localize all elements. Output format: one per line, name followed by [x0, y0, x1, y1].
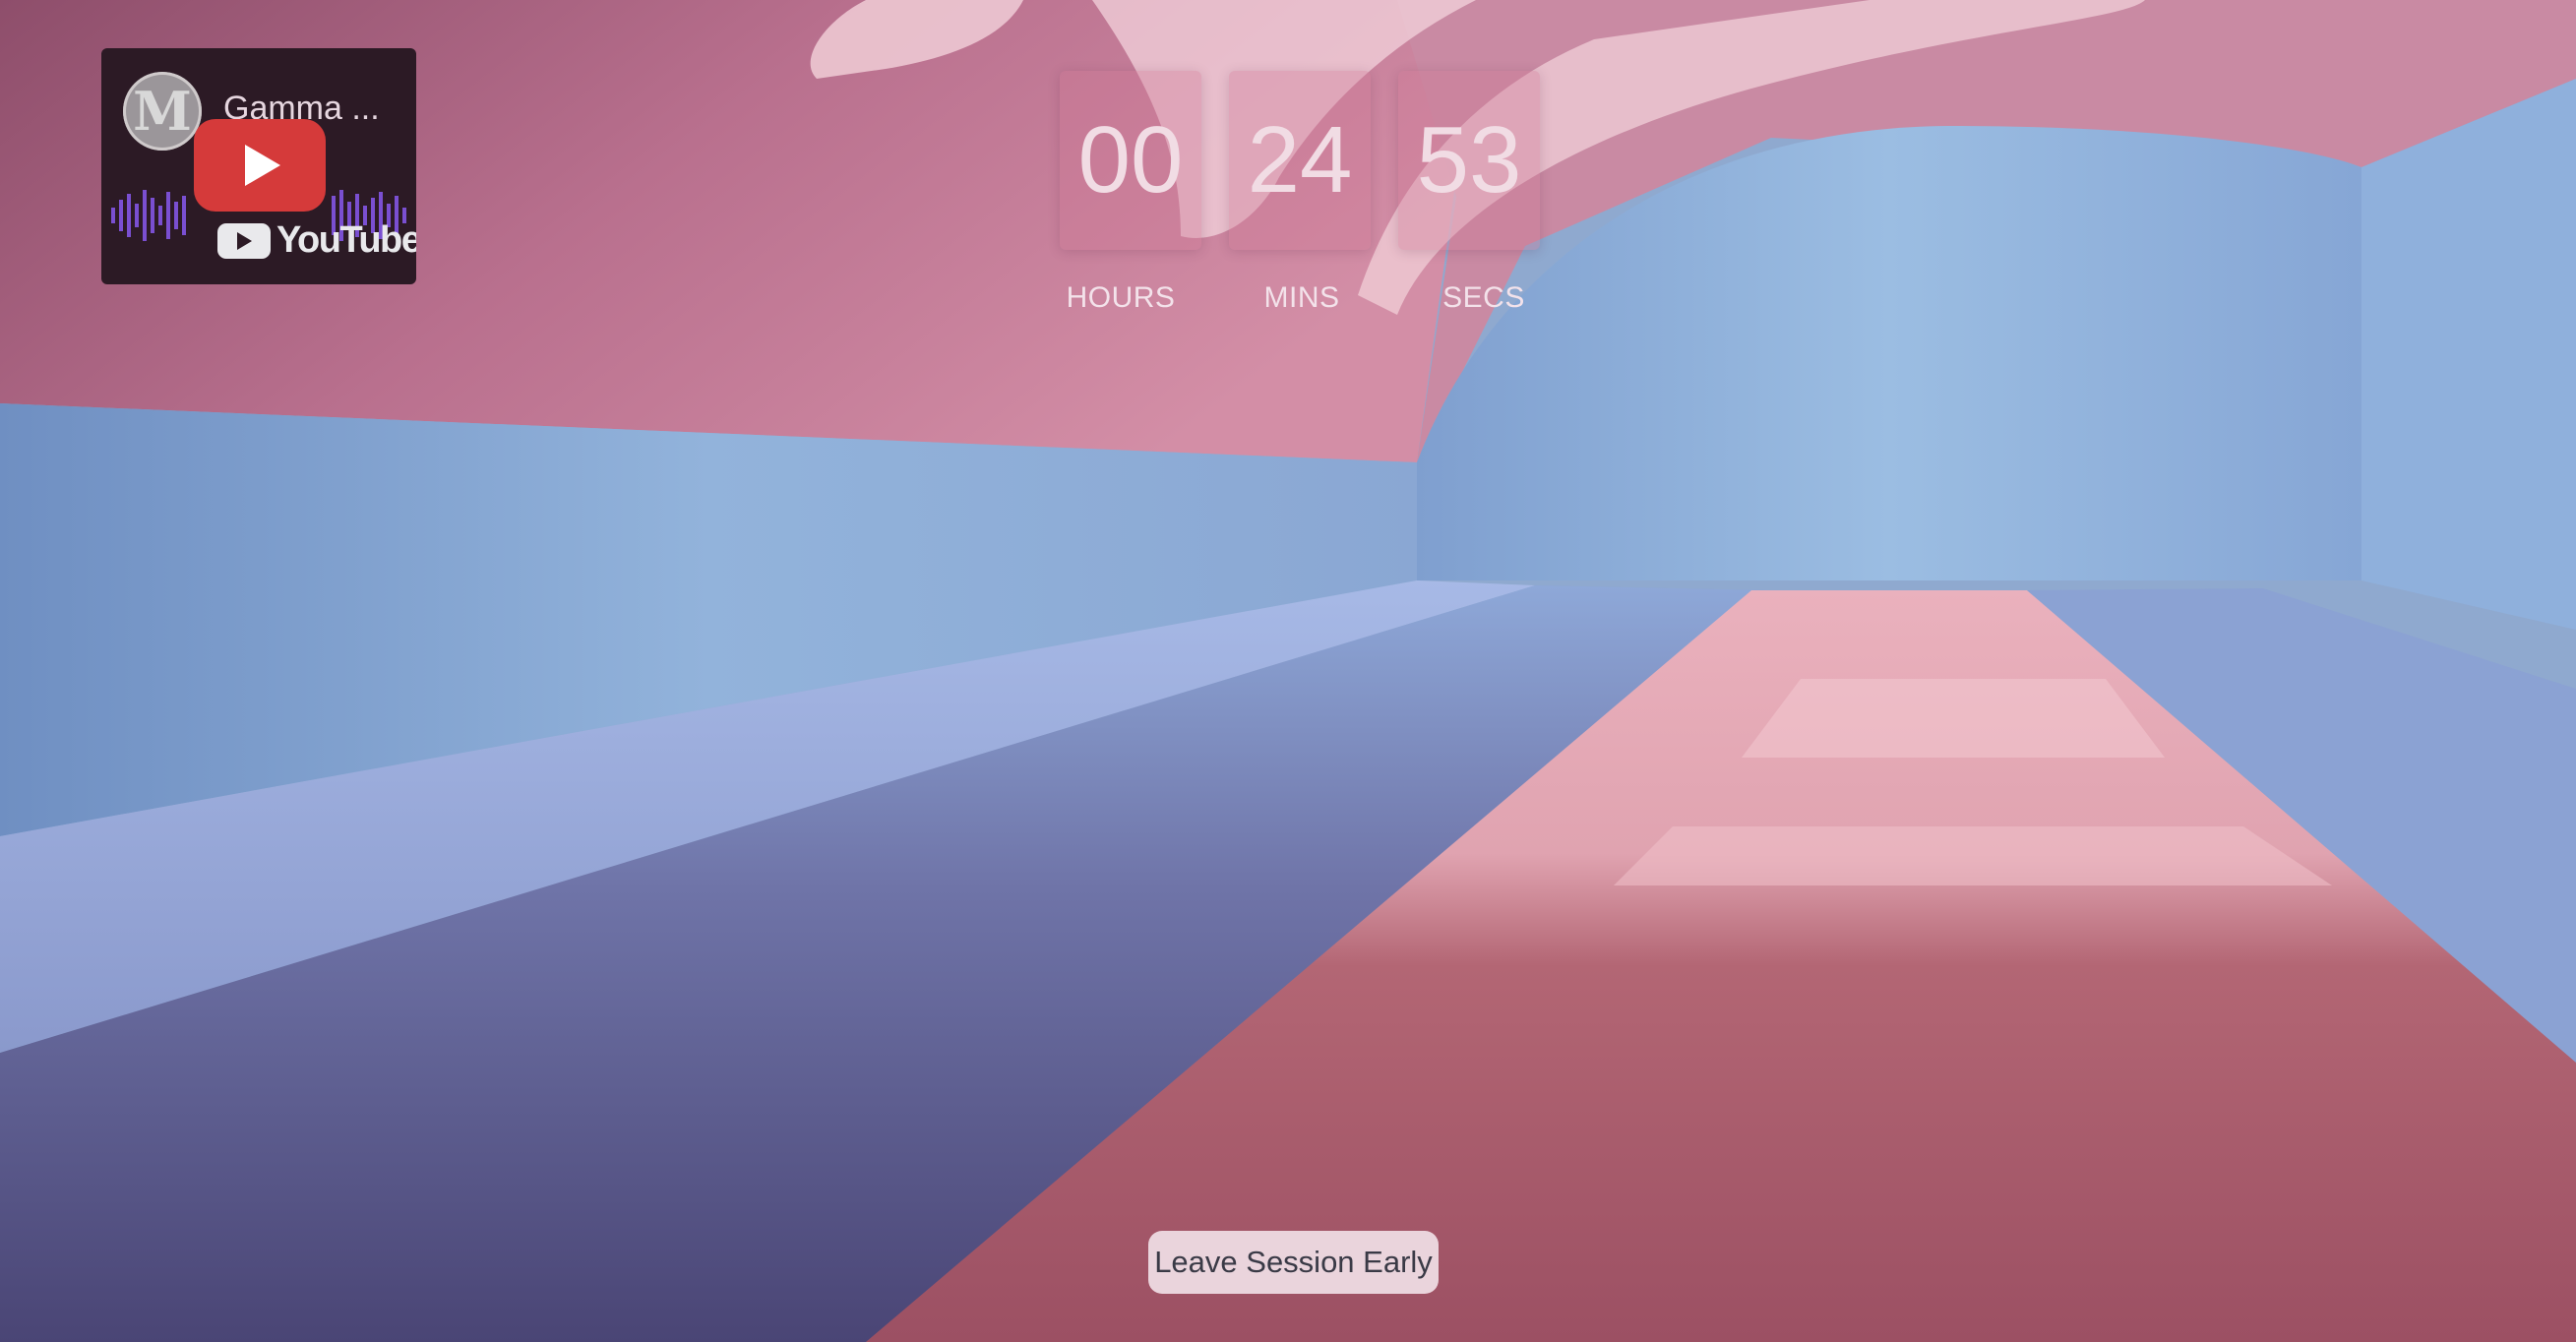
play-icon [245, 145, 280, 186]
countdown-secs-value: 53 [1416, 107, 1522, 213]
countdown-hours-label: HOURS [1066, 281, 1176, 314]
leave-session-button[interactable]: Leave Session Early [1148, 1231, 1439, 1294]
play-button[interactable] [194, 119, 326, 212]
youtube-logo-icon [217, 223, 271, 259]
channel-avatar-letter: M [133, 80, 192, 143]
youtube-brand-text: YouTube [276, 219, 416, 261]
channel-avatar[interactable]: M [123, 72, 202, 151]
countdown-hours-tile: 00 [1060, 71, 1201, 250]
countdown-secs-tile: 53 [1398, 71, 1540, 250]
countdown-mins-label: MINS [1263, 281, 1340, 314]
countdown-mins-value: 24 [1247, 107, 1353, 213]
countdown-secs-label: SECS [1442, 281, 1525, 314]
youtube-embed-card[interactable]: M Gamma ... YouTube [101, 48, 416, 284]
countdown-mins-tile: 24 [1229, 71, 1371, 250]
countdown-hours-value: 00 [1077, 107, 1184, 213]
